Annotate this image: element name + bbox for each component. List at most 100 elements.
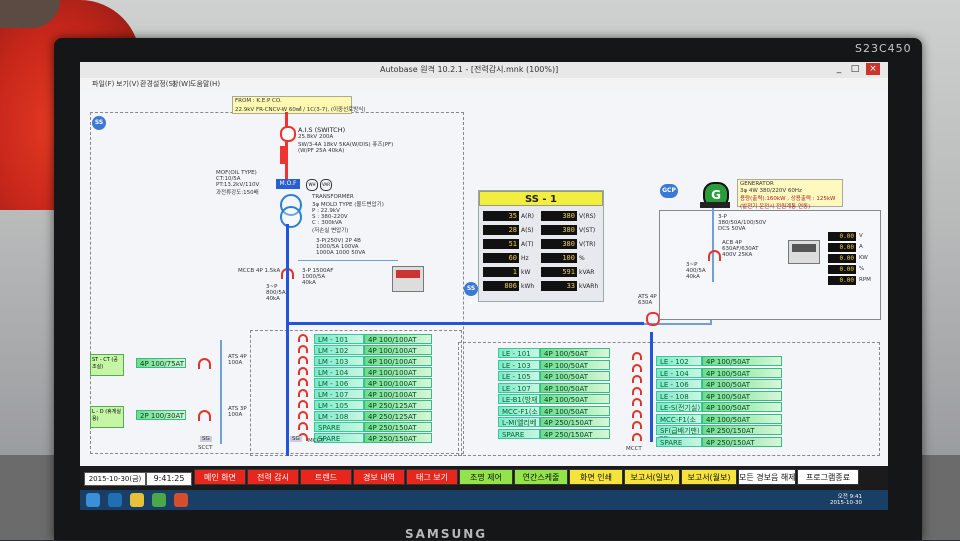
ss2-bus-vertical (650, 332, 653, 442)
le-row-spec[interactable]: 4P 100/50AT (702, 367, 782, 378)
le-row-name[interactable]: LE - 105 (498, 371, 540, 381)
lm-row-spec[interactable]: 4P 250/150AT (364, 433, 432, 443)
menu-window[interactable]: 창(W) (172, 79, 191, 89)
autobase-icon[interactable] (174, 493, 188, 507)
lm-row-spec[interactable]: 4P 250/150AT (364, 422, 432, 432)
gen-meter-value: 0.00 (828, 232, 856, 241)
le-row-spec[interactable]: 4P 250/150AT (702, 436, 782, 447)
menu-help[interactable]: 도움말(H) (190, 79, 220, 89)
le-row-spec[interactable]: 4P 100/50AT (540, 359, 610, 370)
le-row-name[interactable]: LE - 106 (656, 379, 702, 389)
lm-row-name[interactable]: LM - 107 (314, 389, 364, 399)
toolbar-button[interactable]: 전력 감시 (247, 469, 299, 485)
lm-row-spec[interactable]: 4P 100/100AT (364, 389, 432, 399)
le-row-name[interactable]: SPARE (498, 428, 540, 439)
le-row-name[interactable]: LE - 101 (498, 348, 540, 358)
lm-row-spec[interactable]: 4P 100/100AT (364, 334, 432, 344)
le-row-spec[interactable]: 4P 100/50AT (702, 356, 782, 366)
lm-row-name[interactable]: LM - 106 (314, 378, 364, 388)
le-row-spec[interactable]: 4P 100/50AT (540, 394, 610, 404)
le-row-name[interactable]: LE-S(전기실) (656, 402, 702, 412)
minimize-button[interactable]: _ (832, 63, 846, 75)
toolbar-button[interactable]: 태그 보기 (406, 469, 458, 485)
mccb-left: MCCB 4P 1.5kA (238, 268, 281, 274)
lm-breaker-icon (298, 367, 308, 375)
lm-row-name[interactable]: LM - 108 (314, 411, 364, 421)
le-row-name[interactable]: LE - 107 (498, 382, 540, 393)
ais-line-4: (W/PF 25A 40kA) (298, 148, 345, 154)
lm-row-name[interactable]: LM - 102 (314, 345, 364, 355)
le-row-name[interactable]: LE - 108 (656, 390, 702, 401)
monitor-brand: SAMSUNG (405, 527, 488, 541)
transformer-info: TRANSFORMER 3φ MOLD TYPE (몰드변압기) P : 22.… (312, 194, 384, 234)
ss-value: 591 (541, 267, 577, 277)
le-row-spec[interactable]: 4P 100/50AT (702, 379, 782, 389)
lm-row-spec[interactable]: 4P 100/100AT (364, 356, 432, 366)
le-row-name[interactable]: SF(급배기팬) (656, 425, 702, 435)
gen-acb2-3: 400V 25KA (722, 252, 753, 258)
ie-icon[interactable] (108, 493, 122, 507)
le-row-name[interactable]: SPARE (656, 436, 702, 447)
lm-row-spec[interactable]: 4P 100/100AT (364, 345, 432, 355)
toolbar-button[interactable]: 화면 인쇄 (569, 469, 623, 485)
gen-meter-value: 0.00 (828, 254, 856, 263)
toolbar-button[interactable]: 메인 화면 (194, 469, 246, 485)
toolbar-button[interactable]: 프로그램종료 (797, 469, 859, 485)
gen-power-meter-icon (788, 240, 820, 264)
le-row-name[interactable]: MCC-F1(소방,동력) (656, 413, 702, 434)
lm-breaker-icon (298, 411, 308, 419)
left-feeder-2-spec: 2P 100/30AT (136, 410, 186, 420)
toolbar-button[interactable]: 조명 제어 (459, 469, 513, 485)
le-row-spec[interactable]: 4P 100/50AT (702, 402, 782, 412)
ss-unit: % (579, 255, 585, 262)
menu-file[interactable]: 파일(F) (92, 79, 114, 89)
le-row-spec[interactable]: 4P 250/150AT (540, 428, 610, 439)
le-row-spec[interactable]: 4P 100/50AT (540, 405, 610, 416)
lm-row-name[interactable]: SPARE (314, 422, 364, 432)
generator-note: GENERATOR 3φ 4W 380/220V 60Hz 용량(출력):160… (737, 179, 843, 210)
start-button-icon[interactable] (86, 493, 100, 507)
le-row-name[interactable]: LE - 103 (498, 359, 540, 370)
maximize-button[interactable]: □ (848, 63, 862, 75)
lm-row-name[interactable]: LM - 101 (314, 334, 364, 344)
toolbar-button[interactable]: 연간스케줄 (514, 469, 568, 485)
monitor-model: S23C450 (855, 42, 912, 55)
ss-value: 1 (483, 267, 519, 277)
le-row-spec[interactable]: 4P 100/50AT (702, 390, 782, 401)
le-row-spec[interactable]: 4P 250/150AT (702, 425, 782, 435)
le-row-name[interactable]: MCC-F1(소방) (498, 405, 540, 426)
lm-row-name[interactable]: LM - 104 (314, 367, 364, 377)
lm-row-spec[interactable]: 4P 250/125AT (364, 400, 432, 410)
toolbar-button[interactable]: 모든 경보음 해제 (738, 469, 796, 485)
toolbar-button[interactable]: 보고서(일보) (624, 469, 680, 485)
ais-switch-icon (280, 126, 296, 142)
le-row-spec[interactable]: 4P 250/150AT (540, 417, 610, 427)
toolbar-button[interactable]: 경보 내역 (353, 469, 405, 485)
le-feeder-list-left: LE - 101 4P 100/50AT LE - 103 4P 100/50AT LE… (498, 348, 648, 444)
le-row-name[interactable]: L-M(엘리베이터) (498, 417, 540, 437)
le-row-spec[interactable]: 4P 100/50AT (702, 413, 782, 424)
app-icon[interactable] (152, 493, 166, 507)
toolbar-button[interactable]: 트렌드 (300, 469, 352, 485)
lm-row-name[interactable]: LM - 103 (314, 356, 364, 366)
lm-row-spec[interactable]: 4P 100/100AT (364, 378, 432, 388)
taskbar-clock[interactable]: 오전 9:41 2015-10-30 (830, 492, 862, 506)
lm-row-spec[interactable]: 4P 100/100AT (364, 367, 432, 377)
bus-tag-scct: SCCT (198, 445, 213, 451)
toolbar-button[interactable]: 보고서(월보) (681, 469, 737, 485)
le-row-name[interactable]: LE - 102 (656, 356, 702, 366)
lm-row-spec[interactable]: 4P 250/125AT (364, 411, 432, 421)
ss-unit: V(RS) (579, 213, 596, 220)
close-button[interactable]: × (866, 63, 880, 75)
le-row-name[interactable]: LE-B1(방재실) (498, 394, 540, 414)
le-row-spec[interactable]: 4P 100/50AT (540, 371, 610, 381)
le-row-spec[interactable]: 4P 100/50AT (540, 382, 610, 393)
zone-label-gcp: GCP (660, 184, 678, 198)
menu-view[interactable]: 보기(V) (116, 79, 139, 89)
lm-row-name[interactable]: LM - 105 (314, 400, 364, 410)
menu-settings[interactable]: 환경설정(S) (140, 79, 176, 89)
ss1-readings: 35 A(R) 380 V(RS) 28 A(S) 380 V(ST) 51 A(T) 380 V(T… (483, 211, 601, 299)
le-row-name[interactable]: LE - 104 (656, 367, 702, 378)
explorer-icon[interactable] (130, 493, 144, 507)
le-row-spec[interactable]: 4P 100/50AT (540, 348, 610, 358)
